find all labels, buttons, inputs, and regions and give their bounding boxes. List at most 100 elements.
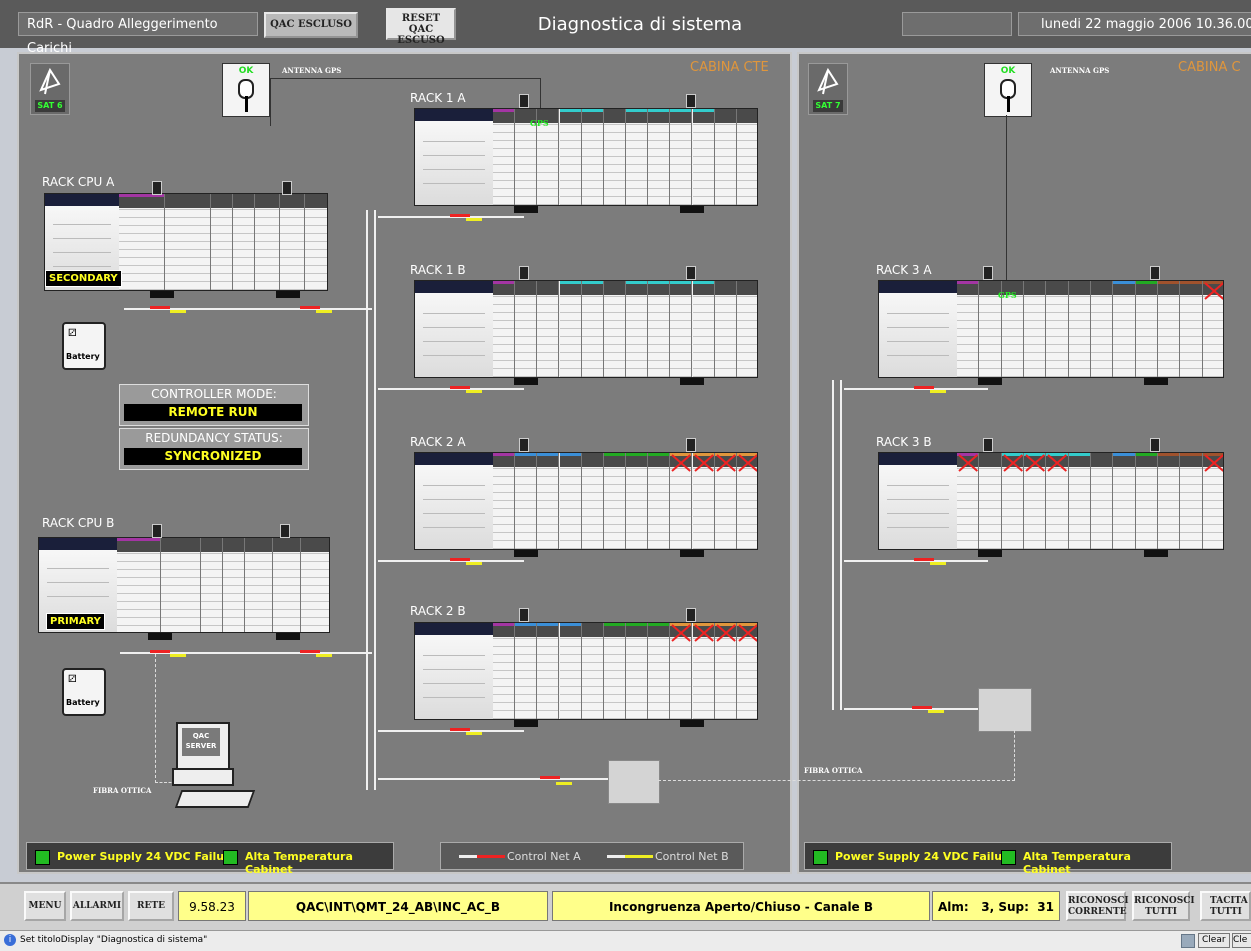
menu-button[interactable]: MENU	[24, 891, 66, 921]
io-module	[515, 281, 538, 377]
rack-1a-title: RACK 1 A	[410, 91, 466, 105]
alarm-tag: QAC\INT\QMT_24_AB\INC_AC_B	[248, 891, 548, 921]
satellite-dish-icon	[817, 67, 839, 95]
cpu-module	[119, 194, 165, 290]
fiber-converter-right[interactable]	[978, 688, 1032, 732]
gps-module-label: GPS	[530, 118, 549, 128]
rack-connector	[983, 438, 993, 452]
io-module	[603, 623, 626, 719]
rack-connector	[686, 266, 696, 280]
riconosci-corrente-button[interactable]: RICONOSCI CORRENTE	[1066, 891, 1129, 921]
io-module	[736, 623, 757, 719]
io-module	[1091, 281, 1114, 377]
status-line: i Set titoloDisplay "Diagnostica di sist…	[0, 930, 1251, 951]
rack-1b-title: RACK 1 B	[410, 263, 466, 277]
io-module	[692, 109, 715, 205]
rack-cpu-a-title: RACK CPU A	[42, 175, 115, 189]
module-fault-icon	[958, 454, 978, 472]
net-a-label: Control Net A	[507, 850, 581, 863]
control-net-bus-right-b	[840, 380, 842, 710]
io-module	[714, 623, 737, 719]
io-module	[559, 623, 582, 719]
io-module	[559, 453, 582, 549]
reset-qac-label-1: RESET QAC	[401, 13, 441, 35]
rete-button[interactable]: RETE	[128, 891, 174, 921]
alarm-legend-right: Power Supply 24 VDC Failure Alta Tempera…	[804, 842, 1172, 876]
module-fault-icon	[1002, 454, 1023, 472]
io-module	[581, 453, 604, 549]
allarmi-button[interactable]: ALLARMI	[70, 891, 124, 921]
ps-indicator-right	[813, 850, 828, 865]
tacita-tutti-button[interactable]: TACITA TUTTI	[1200, 891, 1251, 921]
reset-qac-button[interactable]: RESET QAC ESCUSO	[386, 8, 456, 46]
gps-status: OK	[238, 66, 254, 76]
clear-button-2[interactable]: Cle	[1232, 933, 1251, 948]
rack-2a[interactable]	[414, 452, 758, 550]
control-net-bus-right-a	[832, 380, 834, 710]
module-fault-icon	[671, 454, 692, 472]
cpu-module	[117, 538, 161, 632]
battery-a[interactable]: ⚂ Battery	[62, 322, 106, 370]
io-module	[736, 281, 757, 377]
fiber-converter-left[interactable]	[608, 760, 660, 804]
rack-3b-title: RACK 3 B	[876, 435, 932, 449]
io-module	[493, 453, 516, 549]
sat-count: SAT 6	[35, 100, 65, 112]
io-module	[714, 109, 737, 205]
io-module	[1158, 453, 1181, 549]
gps-antenna-icon	[238, 79, 254, 112]
battery-b[interactable]: ⚂ Battery	[62, 668, 106, 716]
module-fault-icon	[693, 454, 714, 472]
gps-label: ANTENNA GPS	[282, 66, 342, 75]
gps-antenna[interactable]: OK	[222, 63, 270, 117]
riconosci-tutti-label-2: TUTTI	[1145, 907, 1177, 917]
rack-3b[interactable]	[878, 452, 1224, 550]
server-label-2: SERVER	[185, 742, 217, 750]
rack-3a-title: RACK 3 A	[876, 263, 932, 277]
io-module	[670, 281, 693, 377]
datetime-display: lunedi 22 maggio 2006 10.36.00	[1018, 12, 1251, 36]
io-module	[626, 623, 649, 719]
alarm-message: Incongruenza Aperto/Chiuso - Canale B	[552, 891, 930, 921]
io-module	[581, 623, 604, 719]
rack-connector	[280, 524, 290, 538]
clear-button[interactable]: Clear	[1198, 933, 1230, 948]
io-module	[1135, 281, 1158, 377]
rack-2a-title: RACK 2 A	[410, 435, 466, 449]
io-module	[626, 281, 649, 377]
power-supply	[415, 109, 494, 205]
power-supply	[415, 623, 494, 719]
io-module	[648, 281, 671, 377]
io-module	[1113, 453, 1136, 549]
rack-connector	[1150, 266, 1160, 280]
satellite-widget-right[interactable]: SAT 7	[808, 63, 848, 115]
scroll-icon[interactable]	[1181, 934, 1195, 948]
rack-3a[interactable]	[878, 280, 1224, 378]
io-module	[1113, 281, 1136, 377]
riconosci-tutti-button[interactable]: RICONOSCI TUTTI	[1132, 891, 1195, 921]
rack-1a[interactable]	[414, 108, 758, 206]
title-bar: RdR - Quadro Alleggerimento Carichi QAC …	[0, 0, 1251, 56]
satellite-widget[interactable]: SAT 6	[30, 63, 70, 115]
qac-escluso-button[interactable]: QAC ESCLUSO	[264, 12, 358, 38]
rack-connector	[519, 266, 529, 280]
module-fault-icon	[1203, 454, 1223, 472]
battery-icon: ⚂	[68, 328, 77, 339]
io-module	[1046, 281, 1069, 377]
io-module	[537, 281, 560, 377]
rack-1b[interactable]	[414, 280, 758, 378]
io-module	[957, 281, 980, 377]
module-fault-icon	[1203, 282, 1223, 300]
io-module	[979, 453, 1002, 549]
io-module	[559, 109, 582, 205]
keyboard-icon	[174, 790, 256, 808]
rack-2b[interactable]	[414, 622, 758, 720]
gps-antenna-right[interactable]: OK	[984, 63, 1032, 117]
io-module	[714, 453, 737, 549]
io-module	[626, 453, 649, 549]
tacita-label-1: TACITA	[1210, 896, 1248, 906]
qac-server[interactable]: QAC SERVER	[172, 722, 234, 792]
module-fault-icon	[693, 624, 714, 642]
net-legend: Control Net A Control Net B	[440, 842, 744, 870]
io-module	[581, 281, 604, 377]
